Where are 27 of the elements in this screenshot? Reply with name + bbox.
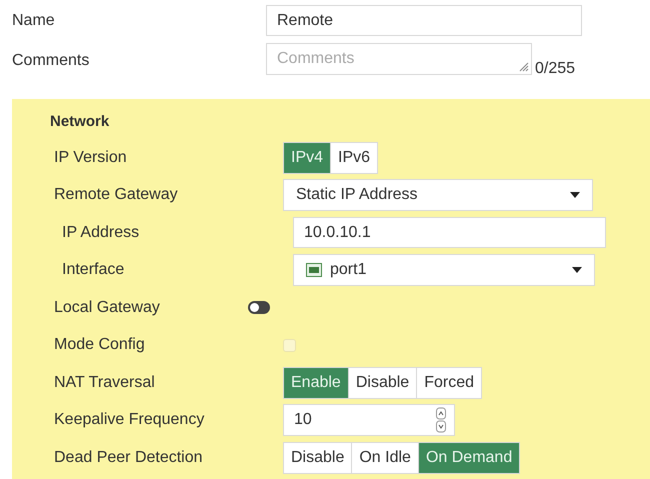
toggle-switch[interactable] bbox=[248, 301, 270, 314]
number-field[interactable]: 10 bbox=[283, 404, 455, 436]
field-label: IP Address bbox=[62, 222, 140, 243]
field-label: Interface bbox=[62, 260, 126, 280]
field-label: Mode Config bbox=[54, 335, 146, 356]
field-label: Remote Gateway bbox=[54, 185, 179, 206]
caret-icon bbox=[570, 192, 580, 198]
caret-icon bbox=[572, 267, 582, 274]
name-label: Name bbox=[12, 10, 56, 30]
name-field[interactable]: Remote bbox=[266, 5, 582, 36]
select-field[interactable]: Static IP Address bbox=[283, 179, 593, 212]
field-label: IP Version bbox=[54, 148, 128, 168]
section-title: Network bbox=[50, 112, 110, 132]
resize-handle-icon[interactable] bbox=[519, 62, 529, 72]
spinner-icon[interactable] bbox=[436, 407, 446, 434]
text-field[interactable]: 10.0.10.1 bbox=[293, 217, 606, 248]
field-label: Local Gateway bbox=[54, 298, 161, 318]
comments-label: Comments bbox=[12, 51, 90, 71]
field-label: Keepalive Frequency bbox=[54, 410, 206, 430]
segment-option[interactable]: On Demand bbox=[418, 442, 520, 473]
segment-option[interactable]: Enable bbox=[284, 368, 348, 398]
checkbox[interactable] bbox=[283, 338, 296, 352]
segment-option[interactable]: IPv4 bbox=[284, 142, 330, 173]
select-field[interactable]: port1 bbox=[293, 254, 595, 286]
field-label: Dead Peer Detection bbox=[54, 448, 204, 468]
character-counter: 0/255 bbox=[534, 59, 576, 79]
field-label: NAT Traversal bbox=[54, 372, 156, 393]
